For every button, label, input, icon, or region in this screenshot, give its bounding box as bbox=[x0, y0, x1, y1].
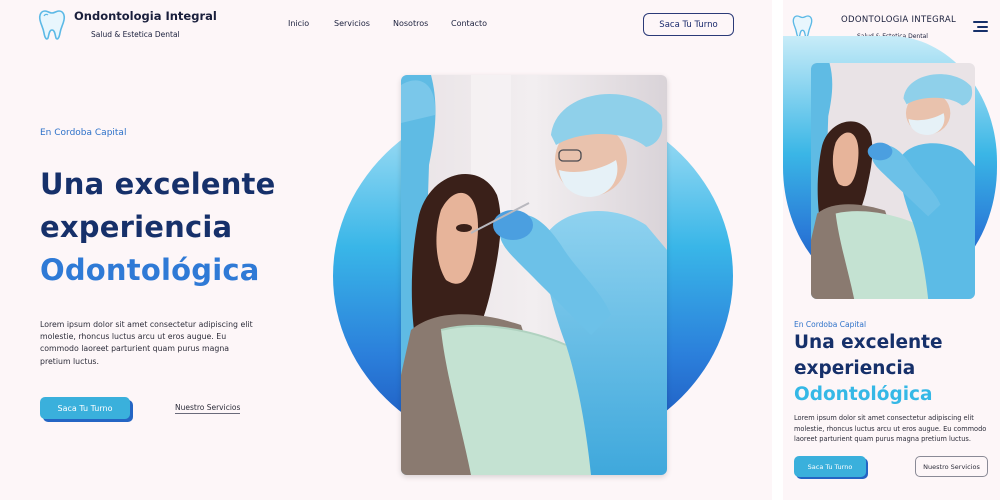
brand-title[interactable]: Ondontologia Integral bbox=[74, 9, 217, 23]
hero-headline-line1: Una excelente bbox=[40, 167, 276, 201]
brand-subtitle: Salud & Estetica Dental bbox=[91, 30, 180, 39]
nav-link-inicio[interactable]: Inicio bbox=[288, 19, 309, 28]
mobile-preview: ODONTOLOGIA INTEGRAL Salud & Estetica De… bbox=[783, 0, 1000, 500]
hero-tagline: En Cordoba Capital bbox=[40, 128, 127, 138]
hero-headline-line2: experiencia bbox=[40, 210, 233, 244]
hero-dentist-photo bbox=[401, 75, 667, 475]
mobile-brand-title[interactable]: ODONTOLOGIA INTEGRAL bbox=[841, 15, 956, 25]
mobile-hero-headline-line2: experiencia bbox=[794, 358, 916, 379]
our-services-link[interactable]: Nuestro Servicios bbox=[175, 403, 241, 414]
nav-link-servicios[interactable]: Servicios bbox=[334, 19, 370, 28]
hero-headline-line3: Odontológica bbox=[40, 253, 260, 287]
hamburger-menu-icon[interactable] bbox=[973, 21, 988, 32]
nav-link-contacto[interactable]: Contacto bbox=[451, 19, 487, 28]
mobile-hero-description: Lorem ipsum dolor sit amet consectetur a… bbox=[794, 414, 987, 443]
hero-appointment-button[interactable]: Saca Tu Turno bbox=[40, 397, 130, 419]
mobile-hero-headline-line1: Una excelente bbox=[794, 332, 943, 353]
tooth-icon[interactable] bbox=[38, 9, 66, 41]
mobile-appointment-button[interactable]: Saca Tu Turno bbox=[794, 456, 866, 477]
header-appointment-button[interactable]: Saca Tu Turno bbox=[643, 13, 734, 36]
hero-description: Lorem ipsum dolor sit amet consectetur a… bbox=[40, 320, 253, 366]
mobile-our-services-button[interactable]: Nuestro Servicios bbox=[915, 456, 988, 477]
mobile-hero-dentist-photo bbox=[811, 63, 975, 299]
nav-link-nosotros[interactable]: Nosotros bbox=[393, 19, 428, 28]
mobile-hero-tagline: En Cordoba Capital bbox=[794, 320, 867, 329]
mobile-hero-headline-line3: Odontológica bbox=[794, 384, 933, 405]
desktop-preview: Ondontologia Integral Salud & Estetica D… bbox=[0, 0, 772, 500]
